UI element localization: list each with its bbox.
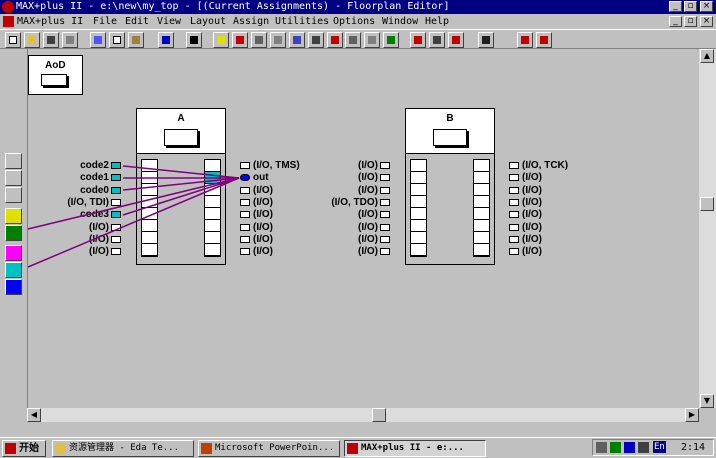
mdi-close-button[interactable]: × xyxy=(700,16,713,27)
menu-bar: MAX+plus II File Edit View Layout Assign… xyxy=(0,14,716,29)
tool-icon-6[interactable] xyxy=(308,32,324,48)
wire-layer xyxy=(27,165,240,268)
mdi-restore-button[interactable]: ▫ xyxy=(684,16,697,27)
mdi-minimize-button[interactable]: _ xyxy=(669,16,682,27)
close-button[interactable]: × xyxy=(700,1,713,12)
tool-icon-13[interactable] xyxy=(448,32,464,48)
menu-utilities[interactable]: Utilities xyxy=(275,14,329,29)
menu-file[interactable]: File xyxy=(93,14,117,29)
wire-code2-out xyxy=(122,165,240,179)
tool-icon-7[interactable] xyxy=(327,32,343,48)
vertical-scrollbar[interactable]: ▲ ▼ xyxy=(699,49,716,408)
tool-icon-9[interactable] xyxy=(364,32,380,48)
tool-icon-3[interactable] xyxy=(251,32,267,48)
wire-ext-2 xyxy=(27,177,240,268)
menu-view[interactable]: View xyxy=(157,14,181,29)
paste-icon[interactable] xyxy=(128,32,144,48)
maxplus-icon xyxy=(347,443,358,454)
wire-ext-1 xyxy=(27,177,240,230)
horizontal-scrollbar[interactable]: ◀ ▶ xyxy=(27,408,699,422)
new-file-icon[interactable] xyxy=(5,32,21,48)
system-tray: En 2:14 xyxy=(592,439,714,456)
menu-help[interactable]: Help xyxy=(425,14,449,29)
task-powerpoint[interactable]: Microsoft PowerPoin... xyxy=(198,440,340,457)
tool-icon-12[interactable] xyxy=(429,32,445,48)
tool-icon-14[interactable] xyxy=(478,32,494,48)
floorplan-icon-2[interactable] xyxy=(5,262,22,278)
clock: 2:14 xyxy=(681,442,706,453)
start-label: 开始 xyxy=(19,443,39,454)
scroll-thumb-h[interactable] xyxy=(372,408,386,422)
floorplan-icon-3[interactable] xyxy=(5,279,22,295)
task-explorer[interactable]: 资源管理器 - Eda Te... xyxy=(52,440,194,457)
tray-icon-4[interactable] xyxy=(638,442,649,453)
tool-icon-10[interactable] xyxy=(383,32,399,48)
toolbar xyxy=(0,29,716,49)
floorplan-canvas[interactable]: AoD A B code2 code1 code0 (I/O, TDI) code3 (I… xyxy=(27,49,699,408)
menu-options[interactable]: Options xyxy=(333,14,375,29)
copy-icon[interactable] xyxy=(109,32,125,48)
undo-icon[interactable] xyxy=(158,32,174,48)
menu-edit[interactable]: Edit xyxy=(125,14,149,29)
task-maxplus[interactable]: MAX+plus II - e:... xyxy=(344,440,486,457)
tool-icon-16[interactable] xyxy=(536,32,552,48)
menu-assign[interactable]: Assign xyxy=(233,14,269,29)
cut-icon[interactable] xyxy=(90,32,106,48)
restore-button[interactable]: ▫ xyxy=(684,1,697,12)
tool-icon-4[interactable] xyxy=(270,32,286,48)
scroll-right-button[interactable]: ▶ xyxy=(685,408,699,422)
windows-logo-icon xyxy=(5,443,16,454)
tool-icon-8[interactable] xyxy=(345,32,361,48)
tray-icon-3[interactable] xyxy=(624,442,635,453)
open-folder-icon[interactable] xyxy=(24,32,40,48)
title-bar: MAX+plus II - e:\new\my_top - [(Current … xyxy=(0,0,716,14)
volume-icon[interactable] xyxy=(596,442,607,453)
powerpoint-icon xyxy=(201,443,212,454)
app-icon[interactable] xyxy=(2,1,14,13)
scroll-down-button[interactable]: ▼ xyxy=(700,394,714,408)
scroll-thumb-v[interactable] xyxy=(700,197,714,211)
tool-icon-11[interactable] xyxy=(410,32,426,48)
menu-layout[interactable]: Layout xyxy=(190,14,226,29)
task-powerpoint-label: Microsoft PowerPoin... xyxy=(215,443,335,453)
window-title: MAX+plus II - e:\new\my_top - [(Current … xyxy=(16,1,450,12)
tool-icon-5[interactable] xyxy=(289,32,305,48)
menu-window[interactable]: Window xyxy=(382,14,418,29)
save-icon[interactable] xyxy=(43,32,59,48)
language-indicator[interactable]: En xyxy=(653,441,666,453)
minimize-button[interactable]: _ xyxy=(669,1,682,12)
help-pointer-icon[interactable] xyxy=(186,32,202,48)
start-button[interactable]: 开始 xyxy=(2,440,46,457)
menu-app[interactable]: MAX+plus II xyxy=(17,14,83,29)
task-explorer-label: 资源管理器 - Eda Te... xyxy=(69,443,180,453)
folder-icon xyxy=(55,443,66,454)
doc-icon[interactable] xyxy=(3,16,14,27)
hierarchy-icon[interactable] xyxy=(213,32,229,48)
print-icon[interactable] xyxy=(62,32,78,48)
tray-icon-2[interactable] xyxy=(610,442,621,453)
tool-icon-2[interactable] xyxy=(232,32,248,48)
tool-icon-15[interactable] xyxy=(517,32,533,48)
task-maxplus-label: MAX+plus II - e:... xyxy=(361,443,464,453)
scroll-up-button[interactable]: ▲ xyxy=(700,49,714,63)
scroll-left-button[interactable]: ◀ xyxy=(27,408,41,422)
